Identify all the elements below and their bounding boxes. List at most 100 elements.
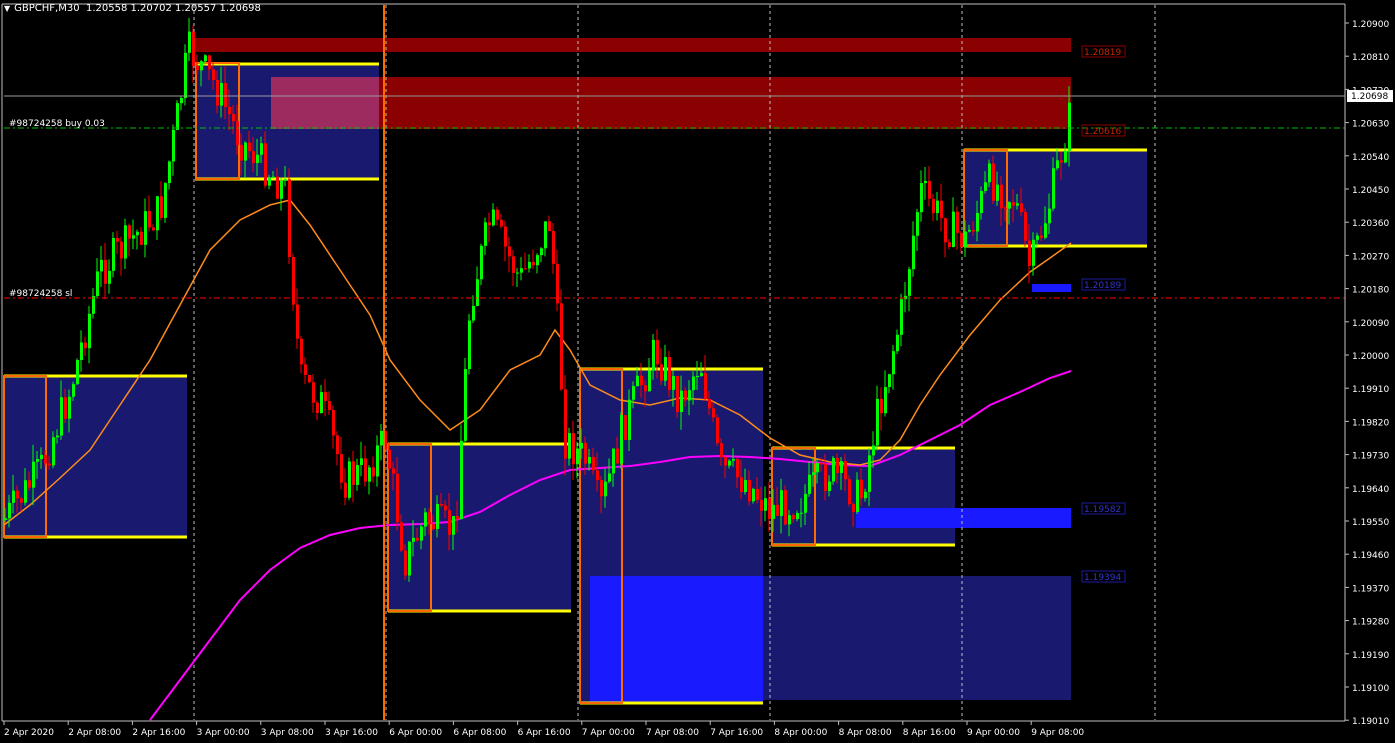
candle-body: [876, 398, 879, 446]
candle-body: [728, 460, 731, 466]
candle-body: [1008, 202, 1011, 209]
price-tick-label: 1.20630: [1352, 120, 1389, 130]
candle-body: [152, 227, 155, 231]
candle-body: [44, 454, 47, 464]
candle-body: [168, 161, 171, 184]
candle-body: [892, 351, 895, 375]
time-tick-label: 9 Apr 08:00: [1031, 728, 1084, 738]
zone-price-label: 1.20819: [1084, 48, 1121, 58]
candle-body: [72, 384, 75, 397]
candle-body: [776, 504, 779, 516]
candle-body: [352, 461, 355, 485]
candle-body: [272, 176, 275, 178]
candle-body: [24, 480, 27, 503]
candle-body: [312, 382, 315, 403]
zone-price-label: 1.20616: [1084, 127, 1121, 137]
candle-body: [656, 339, 659, 365]
price-chart[interactable]: #98724258 buy 0.03 #98724258 sl 1.20819 …: [0, 0, 1395, 743]
candle-body: [320, 392, 323, 414]
candle-body: [324, 392, 327, 402]
symbol-timeframe: GBPCHF,M30: [14, 3, 80, 14]
resistance-zone: [271, 77, 1071, 129]
candle-body: [860, 479, 863, 499]
candle-body: [428, 512, 431, 525]
candle-body: [96, 271, 99, 297]
candle-body: [160, 196, 163, 218]
candle-body: [404, 550, 407, 576]
candle-body: [828, 481, 831, 492]
time-axis[interactable]: 2 Apr 2020 2 Apr 08:00 2 Apr 16:00 3 Apr 00…: [3, 721, 1084, 738]
candle-body: [820, 463, 823, 465]
candle-body: [460, 440, 463, 520]
time-tick-label: 8 Apr 08:00: [839, 728, 892, 738]
candle-body: [148, 211, 151, 228]
candle-body: [744, 480, 747, 493]
candle-body: [940, 200, 943, 219]
support-zone-ext: [763, 576, 1071, 700]
candle-body: [792, 515, 795, 520]
candle-body: [992, 163, 995, 201]
range-box: [4, 376, 187, 537]
candle-body: [36, 458, 39, 462]
candle-body: [304, 364, 307, 376]
candle-body: [240, 144, 243, 161]
candle-body: [648, 370, 651, 392]
resistance-zone: [195, 38, 1071, 52]
candle-body: [356, 465, 359, 485]
candle-body: [516, 272, 519, 274]
price-tick-label: 1.19460: [1352, 551, 1389, 561]
candle-body: [884, 387, 887, 414]
candle-body: [712, 408, 715, 418]
time-tick-label: 2 Apr 2020: [4, 728, 54, 738]
candle-body: [208, 55, 211, 70]
candle-body: [8, 502, 11, 519]
candle-body: [228, 106, 231, 115]
candle-body: [824, 463, 827, 492]
price-tick-label: 1.20090: [1352, 319, 1389, 329]
candle-body: [1000, 184, 1003, 209]
candle-body: [984, 182, 987, 191]
candle-body: [888, 374, 891, 388]
overlap-zone: [271, 77, 379, 129]
candle-body: [256, 154, 259, 164]
time-tick-label: 3 Apr 08:00: [261, 728, 314, 738]
candle-body: [248, 142, 251, 152]
candle-body: [624, 415, 627, 440]
candle-body: [392, 468, 395, 474]
candle-body: [268, 177, 271, 186]
candle-body: [1012, 202, 1015, 206]
candle-body: [816, 463, 819, 473]
candle-body: [128, 225, 131, 239]
price-tick-label: 1.20000: [1352, 352, 1389, 362]
candle-body: [948, 242, 951, 247]
price-axis[interactable]: 1.209001.208101.207201.206301.205401.204…: [1345, 20, 1389, 727]
candle-body: [736, 458, 739, 478]
candle-body: [484, 222, 487, 246]
candle-body: [872, 445, 875, 456]
dropdown-arrow-icon[interactable]: ▼: [4, 4, 10, 13]
candle-body: [164, 183, 167, 218]
candle-body: [924, 180, 927, 184]
candle-body: [396, 473, 399, 523]
candle-body: [440, 504, 443, 506]
candle-body: [472, 305, 475, 321]
candle-body: [188, 31, 191, 53]
candle-body: [380, 430, 383, 446]
candle-body: [288, 179, 291, 257]
price-tick-label: 1.20180: [1352, 286, 1389, 296]
candle-body: [936, 200, 939, 214]
candle-body: [104, 259, 107, 284]
time-tick-label: 7 Apr 00:00: [582, 728, 635, 738]
candle-body: [580, 442, 583, 449]
price-tick-label: 1.20810: [1352, 53, 1389, 63]
candle-body: [176, 103, 179, 130]
candle-body: [1028, 240, 1031, 266]
candle-body: [608, 473, 611, 482]
candle-body: [756, 488, 759, 500]
candle-body: [752, 488, 755, 502]
price-tick-label: 1.19820: [1352, 418, 1389, 428]
candle-body: [20, 498, 23, 503]
candle-body: [180, 98, 183, 104]
candle-body: [328, 401, 331, 410]
candle-body: [48, 463, 51, 466]
